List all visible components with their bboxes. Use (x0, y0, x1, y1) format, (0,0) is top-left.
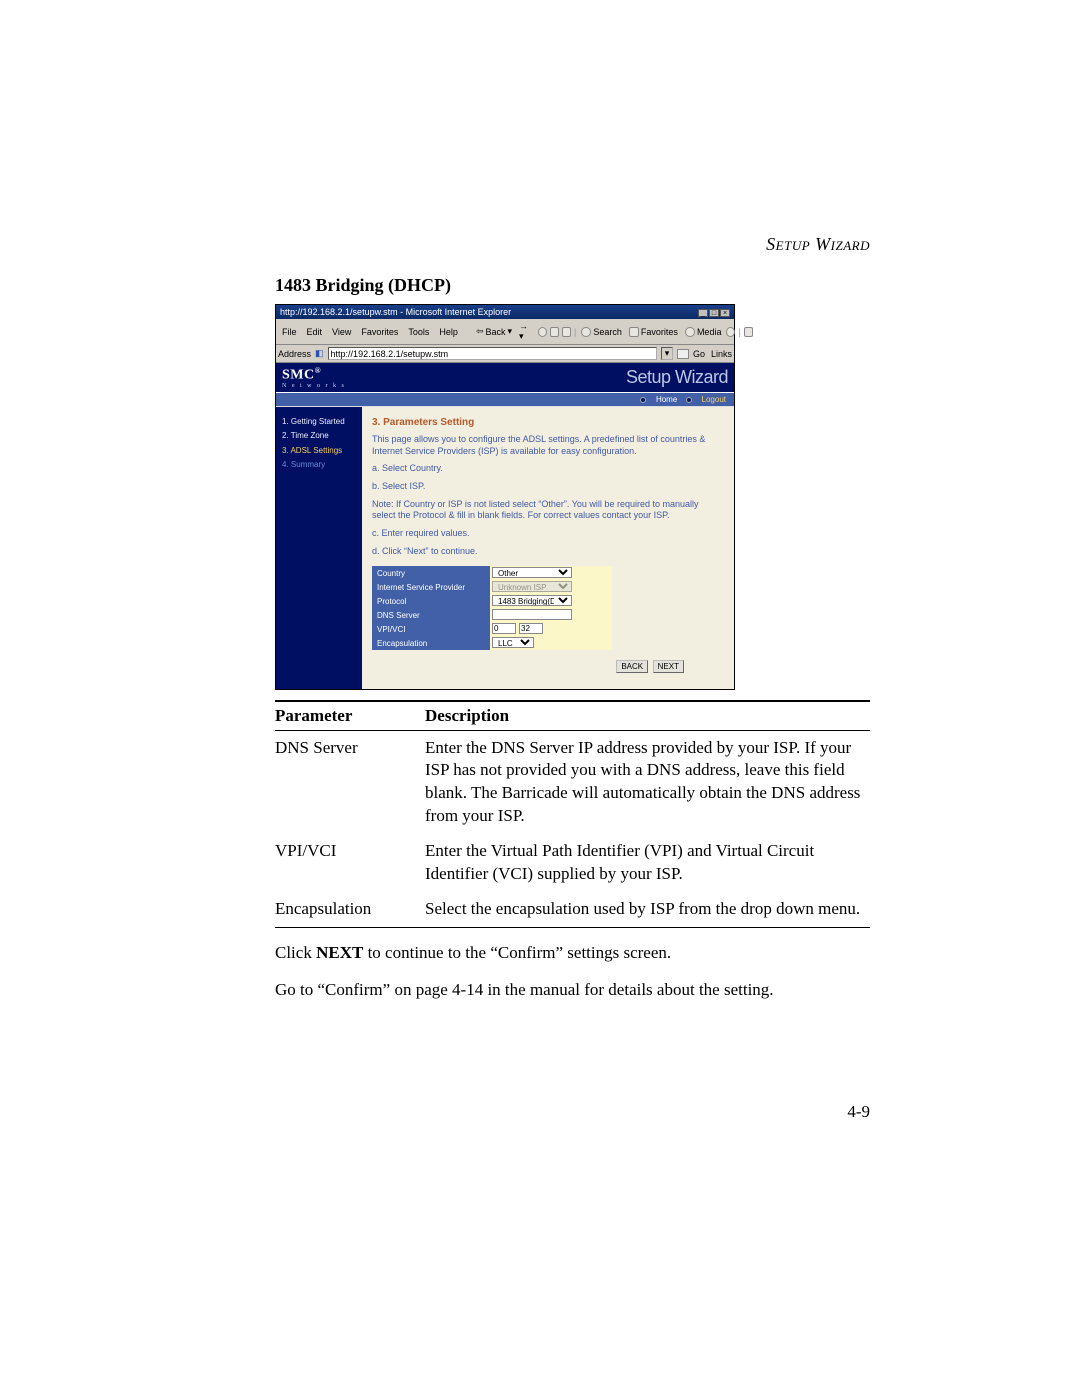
sidebar-step-2[interactable]: 2. Time Zone (282, 429, 356, 443)
page-icon: ◧ (315, 348, 324, 359)
app-header: SMC® N e t w o r k s Setup Wizard (276, 363, 734, 393)
step-note-main: Note: If Country or ISP is not listed se… (372, 499, 724, 522)
menu-file[interactable]: File (278, 327, 301, 337)
refresh-icon[interactable] (550, 327, 559, 337)
links-label[interactable]: Links (711, 349, 732, 359)
menu-tools[interactable]: Tools (404, 327, 433, 337)
table-row: DNS Server Enter the DNS Server IP addre… (275, 730, 870, 834)
back-button[interactable]: BACK (616, 660, 648, 673)
encapsulation-select[interactable]: LLC (492, 637, 534, 648)
logout-link[interactable]: Logout (702, 395, 726, 404)
desc-cell: Select the encapsulation used by ISP fro… (425, 892, 870, 927)
app-subheader: Home Logout (276, 393, 734, 407)
step-note-d: d. Click “Next” to continue. (372, 546, 724, 558)
sidebar-step-4[interactable]: 4. Summary (282, 458, 356, 472)
label-encapsulation: Encapsulation (372, 636, 490, 650)
section-title: 1483 Bridging (DHCP) (275, 275, 870, 296)
search-icon (581, 327, 591, 337)
body-paragraph-2: Go to “Confirm” on page 4-14 in the manu… (275, 979, 870, 1002)
window-titlebar: http://192.168.2.1/setupw.stm - Microsof… (276, 305, 734, 319)
desc-cell: Enter the Virtual Path Identifier (VPI) … (425, 834, 870, 892)
favorites-button[interactable]: Favorites (627, 327, 680, 337)
forward-button[interactable]: → ▾ (517, 321, 535, 342)
country-select[interactable]: Other (492, 567, 572, 578)
step-note-b: b. Select ISP. (372, 481, 724, 493)
body-paragraph-1: Click NEXT to continue to the “Confirm” … (275, 942, 870, 965)
label-country: Country (372, 566, 490, 580)
wizard-main: 3. Parameters Setting This page allows y… (362, 407, 734, 689)
label-isp: Internet Service Provider (372, 580, 490, 594)
search-button[interactable]: Search (579, 327, 624, 337)
step-title: 3. Parameters Setting (372, 417, 724, 428)
window-controls-group: _□× (697, 307, 730, 317)
address-dropdown-icon[interactable]: ▾ (661, 347, 673, 360)
settings-form: Country Internet Service Provider Protoc… (372, 566, 724, 650)
vpi-input[interactable] (492, 623, 516, 634)
label-vpi-vci: VPI/VCI (372, 622, 490, 636)
home-icon[interactable] (562, 327, 571, 337)
minimize-icon[interactable]: _ (698, 309, 708, 317)
vci-input[interactable] (519, 623, 543, 634)
history-icon[interactable] (726, 327, 735, 337)
table-row: Encapsulation Select the encapsulation u… (275, 892, 870, 927)
stop-icon[interactable] (538, 327, 547, 337)
table-header-description: Description (425, 701, 870, 731)
parameter-table: Parameter Description DNS Server Enter t… (275, 700, 870, 929)
maximize-icon[interactable]: □ (709, 309, 719, 317)
address-input[interactable] (328, 347, 657, 360)
close-icon[interactable]: × (720, 309, 730, 317)
menu-help[interactable]: Help (435, 327, 462, 337)
menu-bar: File Edit View Favorites Tools Help ⇦Bac… (276, 319, 734, 345)
go-icon[interactable] (677, 349, 689, 359)
table-row: VPI/VCI Enter the Virtual Path Identifie… (275, 834, 870, 892)
bullet-icon (686, 397, 692, 403)
address-bar: Address ◧ ▾ Go Links (276, 345, 734, 363)
back-button[interactable]: ⇦Back ▾ (474, 326, 514, 337)
desc-cell: Enter the DNS Server IP address provided… (425, 730, 870, 834)
brand-logo: SMC® N e t w o r k s (282, 366, 346, 389)
step-note-a: a. Select Country. (372, 463, 724, 475)
menu-edit[interactable]: Edit (303, 327, 327, 337)
step-note-c: c. Enter required values. (372, 528, 724, 540)
sidebar-step-3[interactable]: 3. ADSL Settings (282, 444, 356, 458)
favorites-icon (629, 327, 639, 337)
page-number: 4-9 (275, 1102, 870, 1122)
isp-select: Unknown ISP (492, 581, 572, 592)
go-button[interactable]: Go (693, 349, 705, 359)
label-dns: DNS Server (372, 608, 490, 622)
param-cell: Encapsulation (275, 892, 425, 927)
menu-view[interactable]: View (328, 327, 355, 337)
home-link[interactable]: Home (656, 395, 677, 404)
next-button[interactable]: NEXT (653, 660, 684, 673)
mail-icon[interactable] (744, 327, 753, 337)
bullet-icon (640, 397, 646, 403)
page-header: Setup Wizard (275, 234, 870, 255)
app-title: Setup Wizard (626, 367, 728, 388)
wizard-sidebar: 1. Getting Started 2. Time Zone 3. ADSL … (276, 407, 362, 689)
media-button[interactable]: Media (683, 327, 724, 337)
protocol-select[interactable]: 1483 Bridging(DHCP) (492, 595, 572, 606)
dns-input[interactable] (492, 609, 572, 620)
table-header-parameter: Parameter (275, 701, 425, 731)
sidebar-step-1[interactable]: 1. Getting Started (282, 415, 356, 429)
step-intro: This page allows you to configure the AD… (372, 434, 724, 457)
param-cell: VPI/VCI (275, 834, 425, 892)
param-cell: DNS Server (275, 730, 425, 834)
window-title: http://192.168.2.1/setupw.stm - Microsof… (280, 307, 511, 317)
menu-favorites[interactable]: Favorites (357, 327, 402, 337)
media-icon (685, 327, 695, 337)
label-protocol: Protocol (372, 594, 490, 608)
screenshot-window: http://192.168.2.1/setupw.stm - Microsof… (275, 304, 735, 690)
address-label: Address (278, 349, 311, 359)
